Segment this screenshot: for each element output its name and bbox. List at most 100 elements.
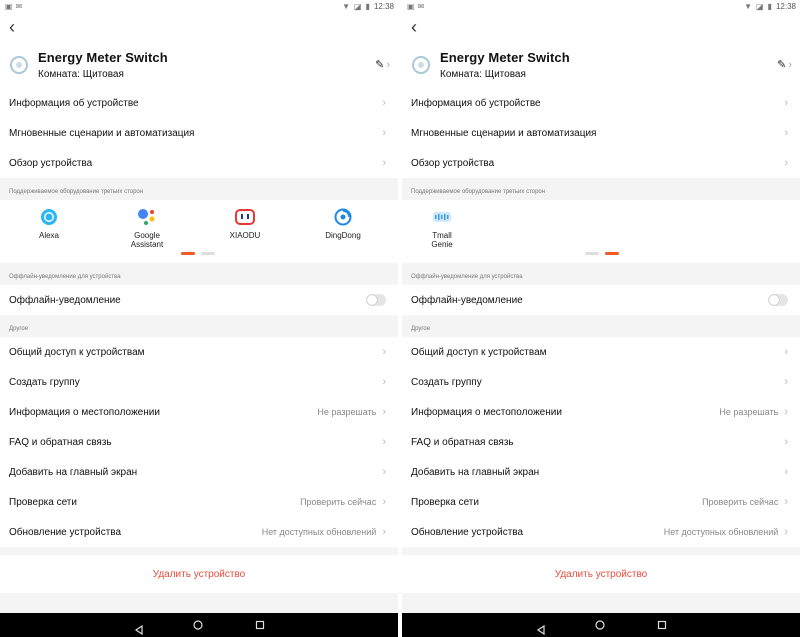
chevron-right-icon: › [382, 466, 386, 478]
no-sim-icon: ◪ [354, 1, 362, 11]
device-room: Комната: Щитовая [38, 68, 124, 80]
menu-create-group[interactable]: Создать группу › [402, 367, 800, 397]
tp-xiaodu[interactable]: XIAODU [196, 207, 294, 249]
edit-icon[interactable]: ✎ [375, 58, 384, 71]
device-header: Energy Meter Switch Комната: Щитовая ✎ › [402, 41, 800, 88]
nav-recent-icon[interactable] [255, 620, 265, 630]
menu-faq[interactable]: FAQ и обратная связь › [0, 427, 398, 457]
nav-back-icon[interactable] [536, 620, 545, 635]
chevron-right-icon: › [784, 436, 788, 448]
menu-location[interactable]: Информация о местоположении Не разрешать › [402, 397, 800, 427]
status-bar: ▣ ✉ ▼ ◪ ▮ 12:38 [0, 0, 398, 13]
screen-left: ▣ ✉ ▼ ◪ ▮ 12:38 ‹ Energy Meter Switch Ко… [0, 0, 398, 637]
other-header: Другое [402, 315, 800, 337]
tp-alexa[interactable]: Alexa [0, 207, 98, 249]
tp-google-assistant[interactable]: Google Assistant [98, 207, 196, 249]
pager-dot [201, 252, 215, 255]
chevron-right-icon: › [784, 466, 788, 478]
menu-overview[interactable]: Обзор устройства › [0, 148, 398, 178]
nav-back-icon[interactable] [134, 620, 143, 635]
chevron-right-icon: › [784, 97, 788, 109]
pager-dot-active [181, 252, 195, 255]
menu-device-info[interactable]: Информация об устройстве › [402, 88, 800, 118]
chevron-right-icon: › [788, 58, 792, 71]
offline-toggle[interactable] [366, 294, 386, 306]
chevron-right-icon: › [784, 376, 788, 388]
tmall-genie-icon [432, 207, 452, 227]
chevron-right-icon: › [784, 346, 788, 358]
offline-notification-row: Оффлайн-уведомление [0, 285, 398, 315]
menu-firmware-update[interactable]: Обновление устройства Нет доступных обнов… [402, 517, 800, 547]
tp-dingdong[interactable]: DingDong [294, 207, 392, 249]
menu-firmware-update[interactable]: Обновление устройства Нет доступных обнов… [0, 517, 398, 547]
chevron-right-icon: › [382, 526, 386, 538]
menu-share[interactable]: Общий доступ к устройствам › [0, 337, 398, 367]
chevron-right-icon: › [382, 436, 386, 448]
screens: ▣ ✉ ▼ ◪ ▮ 12:38 ‹ Energy Meter Switch Ко… [0, 0, 800, 637]
pager-dot-active [605, 252, 619, 255]
chevron-right-icon: › [382, 376, 386, 388]
device-plug-icon [412, 55, 430, 74]
dingdong-icon [333, 207, 353, 227]
menu-scenes[interactable]: Мгновенные сценарии и автоматизация › [402, 118, 800, 148]
delete-device-button[interactable]: Удалить устройство [402, 555, 800, 593]
menu-create-group[interactable]: Создать группу › [0, 367, 398, 397]
menu-add-home[interactable]: Добавить на главный экран › [402, 457, 800, 487]
menu-overview[interactable]: Обзор устройства › [402, 148, 800, 178]
device-header: Energy Meter Switch Комната: Щитовая ✎ › [0, 41, 398, 88]
menu-add-home[interactable]: Добавить на главный экран › [0, 457, 398, 487]
offline-header: Оффлайн-уведомление для устройства [0, 263, 398, 285]
android-nav-bar [402, 613, 800, 637]
alexa-icon [39, 207, 59, 227]
chevron-right-icon: › [386, 58, 390, 71]
mail-icon: ✉ [15, 1, 23, 11]
offline-toggle[interactable] [768, 294, 788, 306]
third-party-carousel[interactable]: Tmall Genie [402, 200, 800, 263]
chevron-right-icon: › [382, 406, 386, 418]
offline-notification-row: Оффлайн-уведомление [402, 285, 800, 315]
nav-recent-icon[interactable] [657, 620, 667, 630]
chevron-right-icon: › [382, 157, 386, 169]
chevron-right-icon: › [382, 127, 386, 139]
chevron-right-icon: › [784, 496, 788, 508]
status-time: 12:38 [775, 2, 796, 11]
device-plug-icon [10, 55, 28, 74]
menu-network-check[interactable]: Проверка сети Проверить сейчас › [0, 487, 398, 517]
wifi-icon: ▼ [342, 1, 350, 11]
chevron-right-icon: › [382, 496, 386, 508]
third-party-header: Поддерживаемое оборудование третьих стор… [0, 178, 398, 200]
pager-dot [585, 252, 599, 255]
back-icon[interactable]: ‹ [9, 18, 15, 36]
mail-icon: ✉ [417, 1, 425, 11]
chevron-right-icon: › [784, 127, 788, 139]
third-party-header: Поддерживаемое оборудование третьих стор… [402, 178, 800, 200]
battery-icon: ▮ [767, 1, 772, 11]
offline-header: Оффлайн-уведомление для устройства [402, 263, 800, 285]
tp-tmall-genie[interactable]: Tmall Genie [402, 207, 482, 249]
delete-device-button[interactable]: Удалить устройство [0, 555, 398, 593]
carousel-pager [585, 252, 619, 255]
gallery-icon: ▣ [407, 1, 415, 11]
third-party-carousel[interactable]: Alexa Google Assistant XIAODU DingDong [0, 200, 398, 263]
nav-home-icon[interactable] [594, 620, 605, 630]
menu-share[interactable]: Общий доступ к устройствам › [402, 337, 800, 367]
xiaodu-icon [235, 207, 255, 227]
menu-scenes[interactable]: Мгновенные сценарии и автоматизация › [0, 118, 398, 148]
menu-faq[interactable]: FAQ и обратная связь › [402, 427, 800, 457]
menu-device-info[interactable]: Информация об устройстве › [0, 88, 398, 118]
screen-right: ▣ ✉ ▼ ◪ ▮ 12:38 ‹ Energy Meter Switch Ко… [402, 0, 800, 637]
gallery-icon: ▣ [5, 1, 13, 11]
menu-location[interactable]: Информация о местоположении Не разрешать › [0, 397, 398, 427]
back-icon[interactable]: ‹ [411, 18, 417, 36]
device-name: Energy Meter Switch [38, 49, 168, 65]
chevron-right-icon: › [784, 406, 788, 418]
chevron-right-icon: › [784, 157, 788, 169]
chevron-right-icon: › [382, 97, 386, 109]
nav-home-icon[interactable] [192, 620, 203, 630]
status-bar: ▣ ✉ ▼ ◪ ▮ 12:38 [402, 0, 800, 13]
edit-icon[interactable]: ✎ [777, 58, 786, 71]
device-room: Комната: Щитовая [440, 68, 526, 80]
no-sim-icon: ◪ [756, 1, 764, 11]
menu-network-check[interactable]: Проверка сети Проверить сейчас › [402, 487, 800, 517]
status-time: 12:38 [373, 2, 394, 11]
